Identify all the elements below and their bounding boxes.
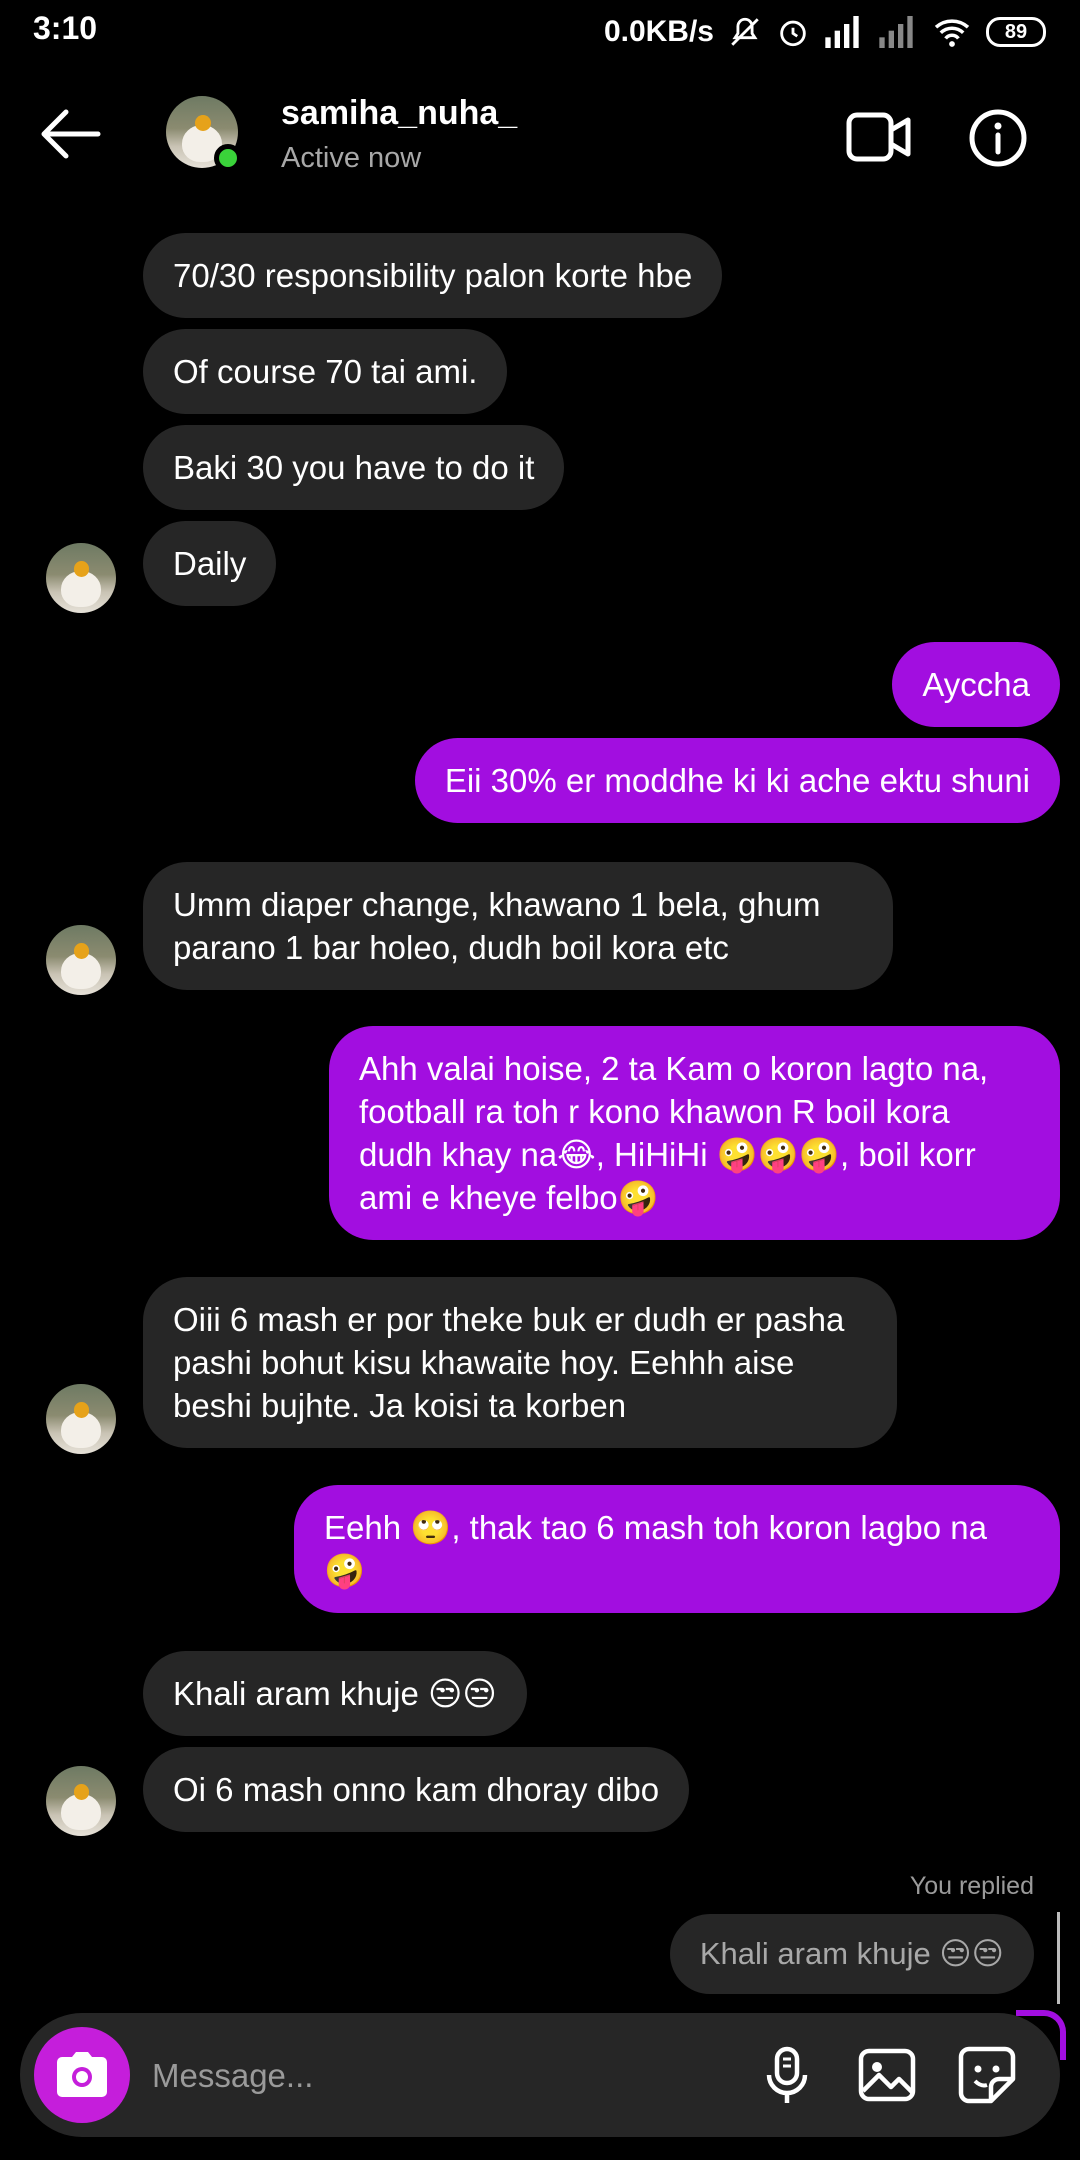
message-sent[interactable]: Ayccha [892, 642, 1060, 727]
profile-avatar[interactable] [166, 96, 242, 172]
message-received[interactable]: Of course 70 tai ami. [143, 329, 508, 414]
sticker-icon[interactable] [955, 2043, 1019, 2107]
message-received[interactable]: Oiii 6 mash er por theke buk er dudh er … [143, 1277, 897, 1448]
message-sent[interactable]: Eii 30% er moddhe ki ki ache ektu shuni [414, 738, 1060, 823]
sender-avatar[interactable] [46, 1384, 116, 1454]
chat-username[interactable]: samiha_nuha_ [281, 94, 517, 133]
status-time: 3:10 [33, 10, 98, 46]
wifi-icon [934, 19, 970, 47]
message-received[interactable]: Khali aram khuje 😒😒 [143, 1651, 527, 1736]
gallery-icon[interactable] [855, 2043, 919, 2107]
mute-icon [731, 17, 759, 46]
online-indicator [214, 144, 242, 172]
video-call-icon[interactable] [846, 110, 912, 164]
signal-weak-icon [879, 16, 913, 48]
camera-button[interactable] [34, 2027, 130, 2123]
network-speed: 0.0KB/s [603, 15, 714, 48]
status-icons: 0.0KB/s 89 [604, 12, 1046, 52]
message-received[interactable]: Baki 30 you have to do it [143, 425, 565, 510]
camera-icon [57, 2052, 107, 2097]
sender-avatar[interactable] [46, 543, 116, 613]
info-icon[interactable] [968, 108, 1028, 168]
message-received[interactable]: Oi 6 mash onno kam dhoray dibo [143, 1747, 690, 1832]
message-input[interactable] [150, 2043, 714, 2109]
sender-avatar[interactable] [46, 1766, 116, 1836]
message-sent[interactable]: Eehh 🙄, thak tao 6 mash toh koron lagbo … [294, 1485, 1060, 1613]
message-received[interactable]: 70/30 responsibility palon korte hbe [143, 233, 723, 318]
alarm-icon [780, 20, 806, 47]
message-composer [20, 2013, 1060, 2137]
sender-avatar[interactable] [46, 925, 116, 995]
chat-header: samiha_nuha_ Active now [0, 64, 1080, 212]
active-status: Active now [281, 142, 422, 174]
status-bar: 3:10 0.0KB/s 89 [0, 0, 1080, 64]
microphone-icon[interactable] [755, 2043, 819, 2107]
message-received[interactable]: Umm diaper change, khawano 1 bela, ghum … [143, 862, 893, 990]
replied-quote[interactable]: Khali aram khuje 😒😒 [669, 1914, 1034, 1994]
scrollbar[interactable] [1057, 1912, 1060, 2004]
message-sent[interactable]: Ahh valai hoise, 2 ta Kam o koron lagto … [329, 1026, 1060, 1240]
back-arrow-icon[interactable] [36, 104, 106, 164]
message-received[interactable]: Daily [143, 521, 277, 606]
signal-icon [825, 16, 859, 48]
you-replied-label: You replied [909, 1872, 1034, 1900]
battery-indicator: 89 [986, 17, 1046, 47]
